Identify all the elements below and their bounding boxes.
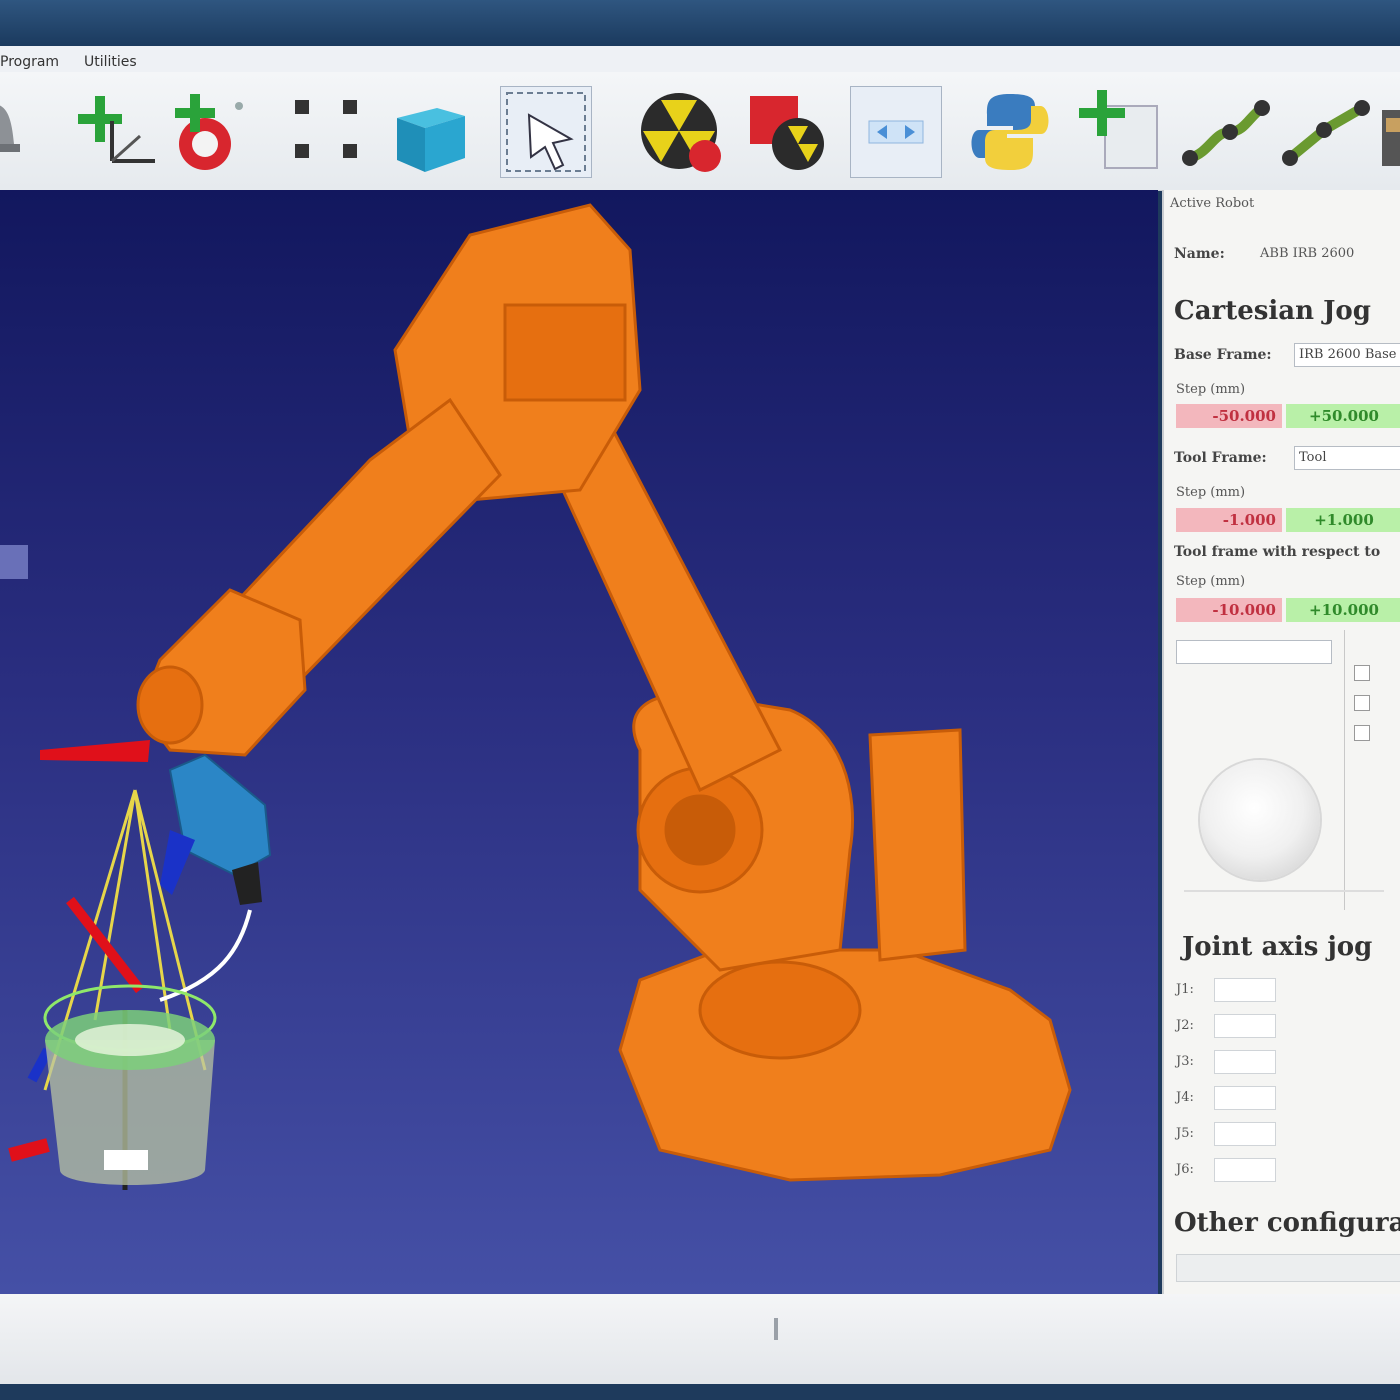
- joint-field-2[interactable]: [1214, 1014, 1276, 1038]
- section-separator: [1184, 890, 1384, 892]
- add-item-icon[interactable]: [1075, 86, 1165, 176]
- status-bar: [0, 1294, 1400, 1384]
- configurations-row[interactable]: [1176, 1254, 1400, 1282]
- joint-field-4[interactable]: [1214, 1086, 1276, 1110]
- window-bottom-edge: [0, 1384, 1400, 1400]
- menu-item-program[interactable]: Program: [0, 54, 59, 70]
- python-script-icon[interactable]: [965, 86, 1055, 176]
- add-frame-icon[interactable]: [70, 86, 160, 176]
- jog-mode-select[interactable]: [1176, 640, 1332, 664]
- robot-name-value: ABB IRB 2600: [1260, 246, 1355, 261]
- add-target-icon[interactable]: [0, 86, 40, 176]
- jog-minus-2[interactable]: -1.000: [1176, 508, 1282, 532]
- robot-icon[interactable]: [1378, 86, 1400, 176]
- other-configurations-heading: Other configurations: [1174, 1208, 1400, 1238]
- move-joint-icon[interactable]: [1280, 86, 1370, 176]
- jog-minus-3[interactable]: -10.000: [1176, 598, 1282, 622]
- tool-frame-select[interactable]: Tool: [1294, 446, 1400, 470]
- step-label-1: Step (mm): [1176, 382, 1246, 397]
- menu-item-utilities[interactable]: Utilities: [84, 54, 137, 70]
- toolbar: [0, 72, 1400, 191]
- view-fit-icon[interactable]: [850, 86, 942, 178]
- window-titlebar: [0, 0, 1400, 46]
- joint-label-3: J3:: [1176, 1054, 1194, 1069]
- option-checkbox-3[interactable]: [1354, 725, 1370, 741]
- panel-title: Active Robot: [1170, 196, 1255, 211]
- 3d-viewport[interactable]: [0, 190, 1158, 1294]
- tool-x-axis: [40, 740, 150, 762]
- cartesian-jog-heading: Cartesian Jog: [1174, 296, 1371, 326]
- jog-plus-2[interactable]: +1.000: [1286, 508, 1400, 532]
- workpiece: [45, 1010, 215, 1185]
- joint-label-1: J1:: [1176, 982, 1194, 997]
- grid-points-icon[interactable]: [285, 86, 375, 176]
- joint-label-6: J6:: [1176, 1162, 1194, 1177]
- tool-frame-label: Tool Frame:: [1174, 450, 1267, 466]
- jog-plus-1[interactable]: +50.000: [1286, 404, 1400, 428]
- menubar: Program Utilities: [0, 46, 1400, 72]
- step-label-3: Step (mm): [1176, 574, 1246, 589]
- joint-jog-heading: Joint axis jog: [1182, 932, 1373, 962]
- base-frame-select[interactable]: IRB 2600 Base: [1294, 343, 1400, 367]
- move-linear-icon[interactable]: [1180, 86, 1270, 176]
- robot-panel: Active Robot Name: ABB IRB 2600 Cartesia…: [1162, 190, 1400, 1294]
- add-tool-icon[interactable]: [165, 86, 255, 176]
- viewport-side-marker: [0, 545, 28, 579]
- collision-icon[interactable]: [635, 86, 725, 176]
- joint-label-5: J5:: [1176, 1126, 1194, 1141]
- joint-field-3[interactable]: [1214, 1050, 1276, 1074]
- joint-field-1[interactable]: [1214, 978, 1276, 1002]
- selection-icon[interactable]: [500, 86, 592, 178]
- joint-label-2: J2:: [1176, 1018, 1194, 1033]
- cube-object-icon[interactable]: [385, 86, 475, 176]
- jog-plus-3[interactable]: +10.000: [1286, 598, 1400, 622]
- robot-tool: [160, 753, 272, 905]
- panel-divider: [1344, 630, 1345, 910]
- robot-program-icon[interactable]: [740, 86, 830, 176]
- jog-dial[interactable]: [1200, 760, 1320, 880]
- joint-field-5[interactable]: [1214, 1122, 1276, 1146]
- option-checkbox-1[interactable]: [1354, 665, 1370, 681]
- step-label-2: Step (mm): [1176, 485, 1246, 500]
- joint-field-6[interactable]: [1214, 1158, 1276, 1182]
- jog-minus-1[interactable]: -50.000: [1176, 404, 1282, 428]
- robot-name-label: Name:: [1174, 246, 1225, 262]
- robot-model[interactable]: [136, 203, 1072, 1182]
- base-frame-label: Base Frame:: [1174, 347, 1272, 363]
- joint-label-4: J4:: [1176, 1090, 1194, 1105]
- option-checkbox-2[interactable]: [1354, 695, 1370, 711]
- splitter-handle-icon[interactable]: [766, 1316, 786, 1342]
- tool-frame-wrt-label: Tool frame with respect to: [1174, 544, 1381, 560]
